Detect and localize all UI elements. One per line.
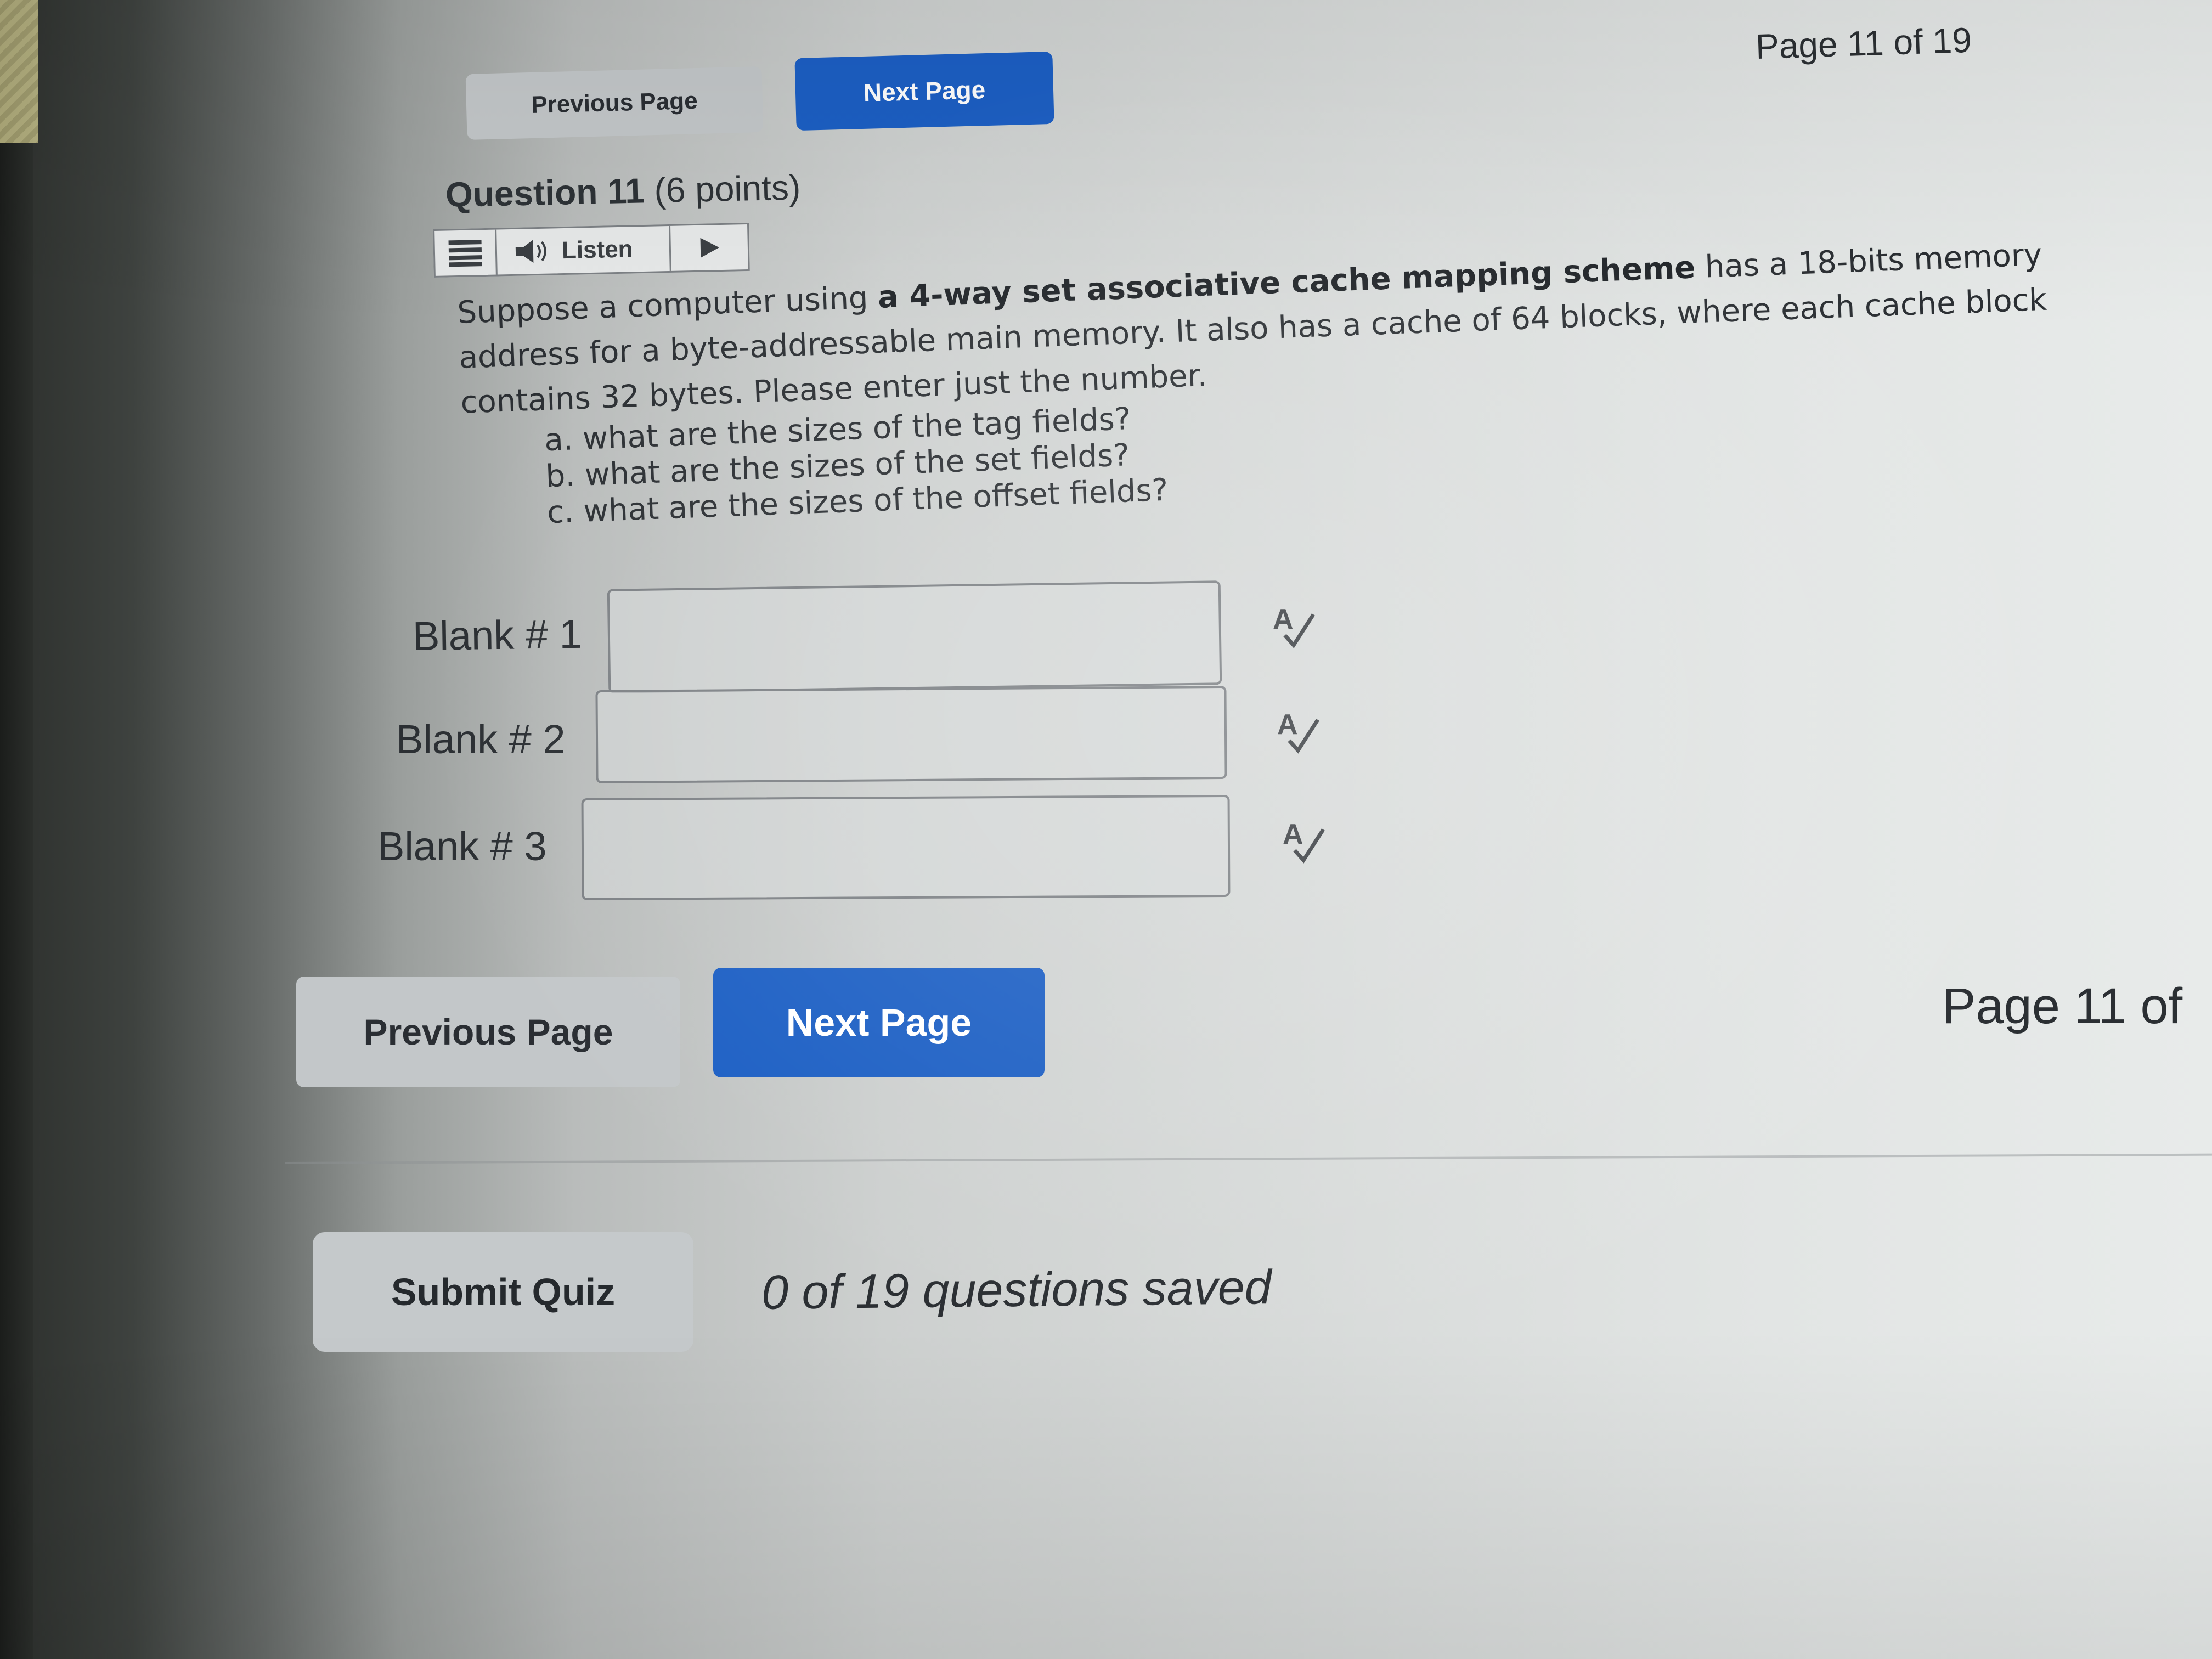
svg-text:A: A [1277, 709, 1298, 741]
submit-quiz-button[interactable]: Submit Quiz [313, 1232, 693, 1352]
next-page-button-top[interactable]: Next Page [794, 51, 1054, 131]
svg-text:A: A [1283, 819, 1304, 850]
blank-2-input[interactable] [595, 685, 1227, 784]
blank-3-label: Blank # 3 [377, 823, 547, 869]
previous-page-button-bottom[interactable]: Previous Page [296, 977, 680, 1087]
questions-saved-status: 0 of 19 questions saved [761, 1260, 1272, 1319]
question-points: (6 points) [653, 167, 801, 211]
spellcheck-icon[interactable]: A [1278, 817, 1328, 867]
spellcheck-icon[interactable]: A [1268, 602, 1318, 652]
question-text: Suppose a computer using a 4-way set ass… [455, 200, 2056, 534]
next-page-button-bottom[interactable]: Next Page [713, 968, 1045, 1077]
question-number: Question 11 [445, 171, 645, 215]
blank-3-input[interactable] [581, 794, 1231, 901]
spellcheck-icon[interactable]: A [1273, 708, 1322, 757]
svg-text:A: A [1273, 603, 1294, 635]
question-intro-text: Suppose a computer using [456, 279, 879, 331]
blank-2-label: Blank # 2 [396, 716, 566, 762]
blank-1-label: Blank # 1 [412, 611, 583, 659]
page-indicator-bottom: Page 11 of [1942, 978, 2183, 1034]
blank-1-input[interactable] [607, 580, 1222, 693]
page-indicator-top: Page 11 of 19 [1754, 20, 1972, 67]
question-title: Question 11 (6 points) [445, 167, 801, 215]
section-divider [285, 1153, 2212, 1164]
previous-page-button-top[interactable]: Previous Page [465, 66, 764, 140]
quiz-page: Previous Page Next Page Page 11 of 19 Qu… [0, 0, 2212, 1659]
